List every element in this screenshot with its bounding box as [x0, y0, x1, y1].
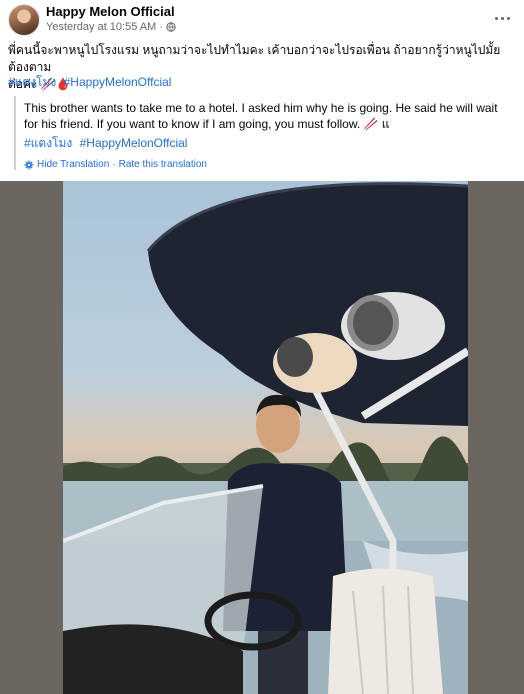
post-timestamp[interactable]: Yesterday at 10:55 AM — [46, 21, 156, 33]
rate-translation-link[interactable]: Rate this translation — [119, 159, 207, 170]
translated-hashtags: #แตงโมง #HappyMelonOffcial — [24, 134, 514, 153]
hashtag-link[interactable]: #แตงโมง — [24, 136, 72, 150]
hashtag-link[interactable]: #HappyMelonOffcial — [80, 136, 188, 150]
author-avatar[interactable] — [8, 4, 40, 36]
actions-separator: · — [112, 159, 116, 170]
globe-icon — [166, 22, 176, 32]
hashtag-link[interactable]: #แตงโมง — [8, 75, 56, 89]
boat-scene-illustration — [63, 182, 468, 694]
post-text-line-1: พี่คนนี้จะพาหนูไปโรงแรม หนูถามว่าจะไปทำไ… — [8, 43, 501, 74]
translation-block: This brother wants to take me to a hotel… — [14, 96, 514, 170]
settings-gear-icon[interactable] — [24, 160, 34, 170]
translated-text: This brother wants to take me to a hotel… — [24, 101, 498, 131]
post-hashtags: #แตงโมง #HappyMelonOffcial — [8, 73, 175, 92]
meta-separator: · — [159, 21, 163, 33]
more-options-icon[interactable] — [490, 8, 514, 28]
post-photo-frame[interactable] — [0, 181, 524, 694]
post-photo[interactable] — [63, 181, 468, 694]
post-header: Happy Melon Official Yesterday at 10:55 … — [0, 0, 524, 40]
translation-actions: Hide Translation · Rate this translation — [24, 159, 514, 170]
hashtag-link[interactable]: #HappyMelonOffcial — [64, 75, 172, 89]
post-meta: Yesterday at 10:55 AM · — [46, 21, 176, 33]
hide-translation-link[interactable]: Hide Translation — [37, 159, 109, 170]
author-name[interactable]: Happy Melon Official — [46, 4, 175, 19]
